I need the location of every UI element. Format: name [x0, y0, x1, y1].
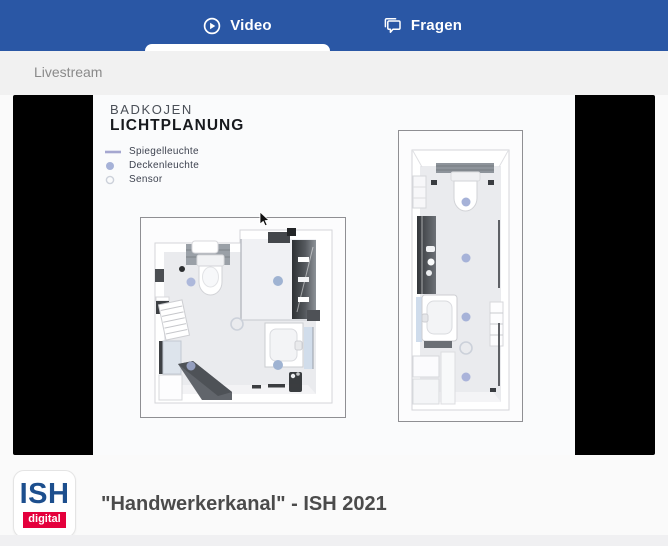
mouse-cursor-icon — [259, 212, 271, 228]
legend-item-deckenleuchte: Deckenleuchte — [104, 160, 199, 171]
logo-badge: digital — [23, 512, 65, 528]
active-tab-indicator — [145, 44, 330, 51]
slide-title-line1: BADKOJEN — [110, 102, 193, 117]
sensor-marker-icon — [104, 175, 122, 185]
floorplan-narrow-bathroom — [398, 130, 523, 422]
video-title: "Handwerkerkanal" - ISH 2021 — [101, 493, 387, 516]
tab-fragen-label: Fragen — [411, 17, 462, 34]
tab-video-label: Video — [230, 17, 272, 34]
logo-text: ISH — [20, 480, 70, 509]
video-player[interactable]: BADKOJEN LICHTPLANUNG Spiegelleuchte Dec… — [13, 95, 655, 455]
ish-digital-logo: ISH digital — [13, 470, 76, 538]
play-circle-icon — [203, 17, 221, 35]
mirror-light-marker-icon — [104, 147, 122, 157]
presentation-slide: BADKOJEN LICHTPLANUNG Spiegelleuchte Dec… — [93, 95, 575, 455]
slide-legend: Spiegelleuchte Deckenleuchte Sensor — [104, 146, 199, 185]
legend-label: Spiegelleuchte — [129, 146, 199, 157]
legend-label: Sensor — [129, 174, 163, 185]
slide-title-line2: LICHTPLANUNG — [110, 117, 244, 135]
ceiling-light-marker-icon — [104, 161, 122, 171]
floorplan-square-bathroom — [140, 217, 346, 418]
legend-item-spiegelleuchte: Spiegelleuchte — [104, 146, 199, 157]
tab-bar: Video Fragen — [0, 0, 668, 51]
livestream-label: Livestream — [34, 64, 102, 80]
chat-bubbles-icon — [383, 17, 402, 34]
video-info-row: ISH digital "Handwerkerkanal" - ISH 2021 — [13, 470, 655, 538]
tab-fragen[interactable]: Fragen — [330, 0, 515, 51]
event-app-window: Video Fragen Livestream BADKOJEN LICHTPL… — [0, 0, 668, 546]
legend-label: Deckenleuchte — [129, 160, 199, 171]
section-strip: Livestream — [0, 51, 668, 95]
legend-item-sensor: Sensor — [104, 174, 199, 185]
bottom-divider — [0, 535, 668, 546]
